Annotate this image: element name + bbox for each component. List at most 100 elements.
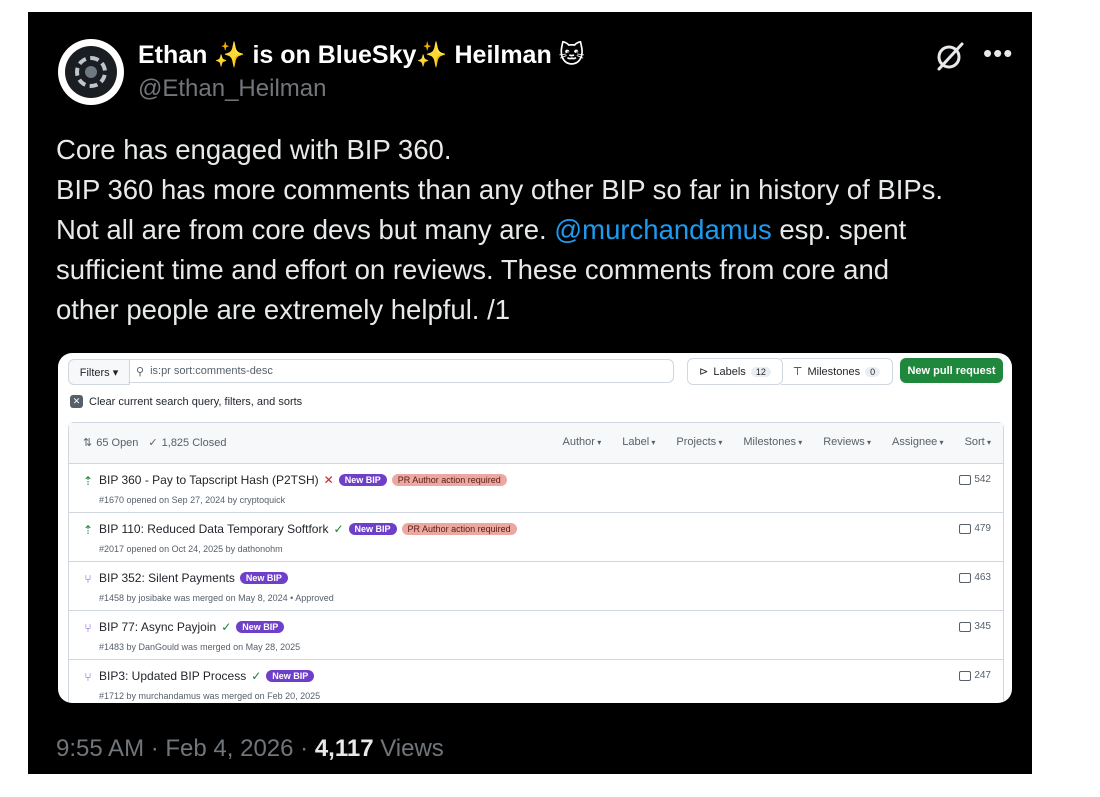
- comment-number: 479: [974, 523, 991, 534]
- pr-title: BIP 110: Reduced Data Temporary Softfork: [99, 522, 329, 536]
- clear-filters: ✕ Clear current search query, filters, a…: [70, 395, 302, 408]
- closed-count: ✓ 1,825 Closed: [148, 436, 227, 450]
- list-item: ⑂ BIP 77: Async Payjoin ✓ New BIP #1483 …: [69, 611, 1003, 660]
- pr-title-row: BIP 360 - Pay to Tapscript Hash (P2TSH) …: [99, 473, 507, 487]
- comment-count: 463: [959, 572, 991, 583]
- github-screenshot[interactable]: Filters ▾ ⚲ is:pr sort:comments-desc ⊳ L…: [58, 353, 1012, 703]
- pr-title: BIP3: Updated BIP Process: [99, 669, 247, 683]
- check-icon: ✓: [148, 437, 158, 449]
- merged-icon: ⑂: [84, 621, 92, 635]
- pr-list: ⇅65 Open ✓1,825 Closed Author Label Proj…: [68, 422, 1004, 703]
- comment-count: 479: [959, 523, 991, 534]
- labels-count: 12: [750, 366, 771, 377]
- pull-request-open-icon: ⇡: [82, 523, 94, 537]
- badge-new-bip: New BIP: [236, 621, 285, 633]
- milestones-button: ⊤ Milestones 0: [781, 358, 893, 385]
- tweet-text-segment: esp. spent: [771, 214, 907, 245]
- comment-icon: [959, 572, 972, 583]
- pr-title: BIP 352: Silent Payments: [99, 571, 235, 585]
- merged-icon: ⑂: [84, 572, 92, 586]
- pr-meta: #2017 opened on Oct 24, 2025 by dathonoh…: [99, 544, 283, 554]
- pr-title-row: BIP 352: Silent Payments New BIP: [99, 571, 288, 585]
- failed-icon: ✕: [323, 473, 334, 487]
- tweet-line: Core has engaged with BIP 360.: [56, 134, 452, 165]
- pr-title-row: BIP 110: Reduced Data Temporary Softfork…: [99, 522, 517, 536]
- comment-count: 345: [959, 621, 991, 632]
- milestones-count: 0: [865, 366, 881, 377]
- clear-label: Clear current search query, filters, and…: [89, 395, 303, 408]
- author-name[interactable]: Ethan ✨ is on BlueSky✨ Heilman 🐱: [138, 40, 585, 70]
- comment-count: 247: [959, 670, 991, 681]
- filter-projects: Projects: [676, 436, 722, 448]
- timestamp[interactable]: 9:55 AM · Feb 4, 2026 ·: [56, 735, 315, 762]
- comment-icon: [959, 474, 972, 485]
- comment-number: 463: [974, 572, 991, 583]
- comment-number: 345: [974, 621, 991, 632]
- pull-request-icon: ⇅: [83, 437, 93, 449]
- tweet-line: BIP 360 has more comments than any other…: [56, 174, 944, 205]
- header-filters: Author Label Projects Milestones Reviews…: [563, 436, 991, 448]
- list-item: ⑂ BIP3: Updated BIP Process ✓ New BIP #1…: [69, 660, 1003, 703]
- search-icon: ⚲: [136, 365, 145, 378]
- filter-sort: Sort: [965, 436, 991, 448]
- state-toggle: ⇅ 65 Open ✓ 1,825 Closed: [83, 436, 227, 450]
- tweet-text-segment: Not all are from core devs but many are.: [56, 214, 555, 245]
- badge-new-bip: New BIP: [348, 523, 397, 535]
- pr-title: BIP 77: Async Payjoin: [99, 620, 217, 634]
- new-pull-request-button: New pull request: [900, 358, 1003, 383]
- badge-author-action: PR Author action required: [391, 474, 507, 486]
- pr-list-header: ⇅65 Open ✓1,825 Closed Author Label Proj…: [69, 423, 1003, 464]
- more-icon[interactable]: •••: [983, 38, 1013, 69]
- pr-title-row: BIP 77: Async Payjoin ✓ New BIP: [99, 620, 285, 634]
- labels-label: Labels: [713, 365, 746, 378]
- check-icon: ✓: [251, 669, 262, 683]
- tag-icon: ⊳: [699, 366, 709, 378]
- labels-button: ⊳ Labels 12: [687, 358, 783, 385]
- filter-assignee: Assignee: [892, 436, 944, 448]
- tweet-line: sufficient time and effort on reviews. T…: [56, 254, 890, 285]
- closed-label: 1,825 Closed: [161, 436, 227, 449]
- tweet-footer: 9:55 AM · Feb 4, 2026 · 4,117 Views: [56, 735, 444, 763]
- comment-count: 542: [959, 474, 991, 485]
- pr-meta: #1483 by DanGould was merged on May 28, …: [99, 642, 301, 652]
- pr-meta: #1458 by josibake was merged on May 8, 2…: [99, 593, 334, 603]
- grok-icon[interactable]: [934, 40, 966, 72]
- tweet-card: Ethan ✨ is on BlueSky✨ Heilman 🐱 @Ethan_…: [28, 12, 1032, 774]
- comment-number: 247: [974, 670, 991, 681]
- badge-new-bip: New BIP: [239, 572, 288, 584]
- merged-icon: ⑂: [84, 670, 92, 684]
- check-icon: ✓: [221, 620, 232, 634]
- views-label: Views: [373, 735, 444, 762]
- avatar-image: [65, 46, 117, 98]
- mention-link[interactable]: @murchandamus: [554, 214, 771, 245]
- pull-request-open-icon: ⇡: [82, 474, 94, 488]
- filter-reviews: Reviews: [823, 436, 871, 448]
- author-handle[interactable]: @Ethan_Heilman: [138, 75, 326, 103]
- open-label: 65 Open: [96, 436, 139, 449]
- pr-title: BIP 360 - Pay to Tapscript Hash (P2TSH): [99, 473, 319, 487]
- filters-button: Filters ▾: [68, 359, 130, 385]
- comment-number: 542: [974, 474, 991, 485]
- pr-title-row: BIP3: Updated BIP Process ✓ New BIP: [99, 669, 315, 683]
- list-item: ⇡ BIP 360 - Pay to Tapscript Hash (P2TSH…: [69, 464, 1003, 513]
- list-item: ⇡ BIP 110: Reduced Data Temporary Softfo…: [69, 513, 1003, 562]
- pr-meta: #1670 opened on Sep 27, 2024 by cryptoqu…: [99, 495, 286, 505]
- comment-icon: [959, 523, 972, 534]
- views-count: 4,117: [314, 735, 374, 762]
- avatar[interactable]: [58, 39, 124, 105]
- badge-new-bip: New BIP: [266, 670, 315, 682]
- comment-icon: [959, 670, 972, 681]
- list-item: ⑂ BIP 352: Silent Payments New BIP #1458…: [69, 562, 1003, 611]
- check-icon: ✓: [333, 522, 344, 536]
- filter-author: Author: [563, 436, 602, 448]
- tweet-line: Not all are from core devs but many are.…: [56, 210, 1016, 250]
- pr-meta: #1712 by murchandamus was merged on Feb …: [99, 691, 321, 701]
- filter-label: Label: [622, 436, 655, 448]
- open-count: ⇅ 65 Open: [83, 436, 139, 450]
- tweet-text: Core has engaged with BIP 360. BIP 360 h…: [56, 130, 1016, 330]
- comment-icon: [959, 621, 972, 632]
- milestone-icon: ⊤: [792, 366, 803, 378]
- badge-new-bip: New BIP: [338, 474, 387, 486]
- tweet-line: other people are extremely helpful. /1: [56, 294, 511, 325]
- search-input: ⚲ is:pr sort:comments-desc: [128, 359, 674, 383]
